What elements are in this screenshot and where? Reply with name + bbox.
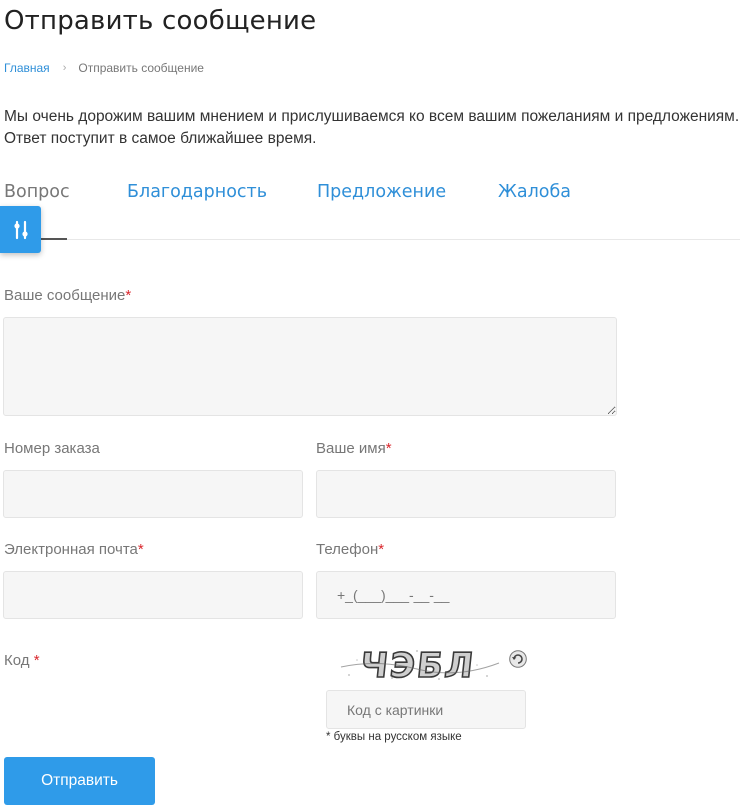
breadcrumb-separator-icon: › bbox=[62, 62, 67, 74]
order-number-input[interactable] bbox=[3, 470, 303, 518]
captcha-input[interactable] bbox=[326, 690, 526, 729]
email-label-text: Электронная почта bbox=[4, 541, 138, 558]
tab-question[interactable]: Вопрос bbox=[4, 182, 70, 202]
tab-gratitude[interactable]: Благодарность bbox=[127, 182, 267, 202]
order-number-label: Номер заказа bbox=[4, 440, 100, 457]
intro-line-2: Ответ поступит в самое ближайшее время. bbox=[4, 130, 317, 147]
captcha-hint: * буквы на русском языке bbox=[326, 731, 462, 743]
refresh-icon[interactable] bbox=[509, 650, 527, 668]
phone-input[interactable] bbox=[316, 571, 616, 619]
intro-line-1: Мы очень дорожим вашим мнением и прислуш… bbox=[4, 108, 740, 125]
email-label: Электронная почта* bbox=[4, 541, 144, 558]
required-mark: * bbox=[385, 440, 392, 457]
phone-label-text: Телефон bbox=[316, 541, 379, 558]
captcha-image: ЧЭБЛ bbox=[340, 645, 500, 685]
settings-float-button[interactable] bbox=[0, 206, 41, 253]
message-label-text: Ваше сообщение bbox=[4, 287, 126, 304]
tab-suggestion[interactable]: Предложение bbox=[317, 182, 446, 202]
name-label: Ваше имя* bbox=[316, 440, 392, 457]
sliders-icon bbox=[13, 220, 28, 239]
submit-button[interactable]: Отправить bbox=[4, 757, 155, 805]
page-title: Отправить сообщение bbox=[4, 6, 317, 36]
required-mark: * bbox=[378, 541, 385, 558]
breadcrumb-current: Отправить сообщение bbox=[78, 61, 204, 75]
name-label-text: Ваше имя bbox=[316, 440, 386, 457]
required-mark: * bbox=[33, 652, 40, 669]
captcha-label: Код * bbox=[4, 652, 40, 669]
breadcrumb: Главная › Отправить сообщение bbox=[4, 61, 204, 75]
message-textarea[interactable] bbox=[3, 317, 617, 416]
phone-label: Телефон* bbox=[316, 541, 384, 558]
captcha-label-text: Код bbox=[4, 652, 30, 669]
captcha-text: ЧЭБЛ bbox=[358, 646, 477, 685]
order-number-label-text: Номер заказа bbox=[4, 440, 100, 457]
name-input[interactable] bbox=[316, 470, 616, 518]
intro-text: Мы очень дорожим вашим мнением и прислуш… bbox=[4, 106, 740, 150]
message-label: Ваше сообщение* bbox=[4, 287, 131, 304]
message-type-tabs: Вопрос Благодарность Предложение Жалоба bbox=[0, 180, 740, 240]
tab-complaint[interactable]: Жалоба bbox=[498, 182, 571, 202]
breadcrumb-home-link[interactable]: Главная bbox=[4, 61, 50, 75]
required-mark: * bbox=[125, 287, 132, 304]
required-mark: * bbox=[137, 541, 144, 558]
email-input[interactable] bbox=[3, 571, 303, 619]
